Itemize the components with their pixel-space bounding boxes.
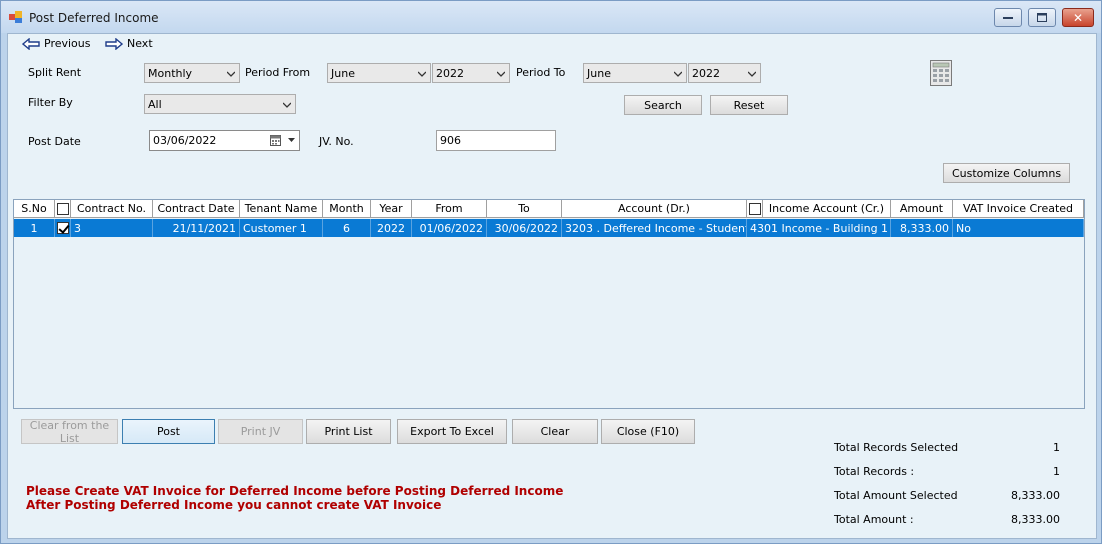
total-amount-selected-value: 8,333.00: [1011, 489, 1060, 502]
table-row-account-dr[interactable]: 3203 . Deffered Income - Student: [562, 219, 747, 237]
chevron-down-icon: [283, 102, 291, 108]
arrow-left-icon: [22, 37, 40, 50]
col-header-month[interactable]: Month: [323, 200, 371, 218]
col-header-tenant-name[interactable]: Tenant Name: [240, 200, 323, 218]
col-header-amount[interactable]: Amount: [891, 200, 953, 218]
col-header-account-dr[interactable]: Account (Dr.): [562, 200, 747, 218]
table-row-year[interactable]: 2022: [371, 219, 412, 237]
split-rent-select[interactable]: Monthly: [144, 63, 240, 83]
reset-button[interactable]: Reset: [710, 95, 788, 115]
table-row-contract-date[interactable]: 21/11/2021: [153, 219, 240, 237]
search-button[interactable]: Search: [624, 95, 702, 115]
next-label: Next: [127, 37, 153, 50]
client-area: Previous Next Split Rent Monthly Period …: [7, 33, 1097, 539]
app-icon: [9, 11, 22, 23]
total-records-label: Total Records :: [834, 465, 915, 478]
vat-warning-message-1: Please Create VAT Invoice for Deferred I…: [26, 484, 564, 498]
col-header-to[interactable]: To: [487, 200, 562, 218]
filter-by-label: Filter By: [28, 96, 73, 109]
post-deferred-income-window: Post Deferred Income ✕ Previous Next Spl…: [0, 0, 1102, 544]
total-amount-value: 8,333.00: [1011, 513, 1060, 526]
table-row-month[interactable]: 6: [323, 219, 371, 237]
period-to-month-select[interactable]: June: [583, 63, 687, 83]
calculator-icon[interactable]: [930, 60, 952, 86]
period-from-label: Period From: [245, 66, 311, 79]
post-date-label: Post Date: [28, 135, 81, 148]
total-records-selected-label: Total Records Selected: [834, 441, 959, 454]
maximize-icon: [1037, 13, 1047, 22]
previous-label: Previous: [44, 37, 91, 50]
table-row-amount[interactable]: 8,333.00: [891, 219, 953, 237]
close-window-button[interactable]: ✕: [1062, 8, 1094, 27]
arrow-right-icon: [105, 37, 123, 50]
post-date-picker[interactable]: 03/06/2022: [149, 130, 300, 151]
col-header-contract-no[interactable]: Contract No.: [71, 200, 153, 218]
clear-button[interactable]: Clear: [512, 419, 598, 444]
chevron-down-icon: [748, 71, 756, 77]
income-select-checkbox[interactable]: [748, 202, 761, 215]
col-header-vat-invoice-created[interactable]: VAT Invoice Created: [953, 200, 1084, 218]
table-row-from[interactable]: 01/06/2022: [412, 219, 487, 237]
minimize-button[interactable]: [994, 8, 1022, 27]
window-title: Post Deferred Income: [29, 11, 159, 25]
chevron-down-icon: [497, 71, 505, 77]
calendar-icon[interactable]: [270, 135, 281, 146]
total-records-value: 1: [1053, 465, 1060, 478]
export-to-excel-button[interactable]: Export To Excel: [397, 419, 507, 444]
filter-by-select[interactable]: All: [144, 94, 296, 114]
print-jv-button[interactable]: Print JV: [218, 419, 303, 444]
close-icon: ✕: [1072, 10, 1084, 25]
period-from-year-select[interactable]: 2022: [432, 63, 510, 83]
post-button[interactable]: Post: [122, 419, 215, 444]
clear-from-list-button[interactable]: Clear from the List: [21, 419, 118, 445]
jv-no-input[interactable]: [436, 130, 556, 151]
col-header-income-account-cr[interactable]: Income Account (Cr.): [763, 200, 891, 218]
col-header-sno[interactable]: S.No: [14, 200, 55, 218]
title-bar: Post Deferred Income ✕: [1, 1, 1101, 33]
col-header-year[interactable]: Year: [371, 200, 412, 218]
table-row-income-cr[interactable]: 4301 Income - Building 1: [747, 219, 891, 237]
chevron-down-icon: [418, 71, 426, 77]
chevron-down-icon: [674, 71, 682, 77]
vat-warning-message-2: After Posting Deferred Income you cannot…: [26, 498, 442, 512]
total-amount-selected-label: Total Amount Selected: [834, 489, 958, 502]
total-amount-label: Total Amount :: [834, 513, 914, 526]
customize-columns-button[interactable]: Customize Columns: [943, 163, 1070, 183]
dropdown-arrow-icon: [288, 138, 295, 142]
jv-no-label: JV. No.: [319, 135, 354, 148]
col-header-contract-date[interactable]: Contract Date: [153, 200, 240, 218]
table-row-to[interactable]: 30/06/2022: [487, 219, 562, 237]
split-rent-label: Split Rent: [28, 66, 82, 79]
print-list-button[interactable]: Print List: [306, 419, 391, 444]
maximize-button[interactable]: [1028, 8, 1056, 27]
deferred-income-grid: S.No Contract No. Contract Date Tenant N…: [13, 199, 1085, 409]
table-row-contract-no[interactable]: 3: [71, 219, 153, 237]
col-header-from[interactable]: From: [412, 200, 487, 218]
minimize-icon: [1003, 16, 1013, 19]
table-row-checkbox-cell[interactable]: [55, 219, 71, 237]
total-records-selected-value: 1: [1053, 441, 1060, 454]
row-checkbox[interactable]: [56, 222, 69, 234]
close-f10-button[interactable]: Close (F10): [601, 419, 695, 444]
table-row-vat[interactable]: No: [953, 219, 1084, 237]
col-header-select-all[interactable]: [55, 200, 71, 218]
select-all-checkbox[interactable]: [56, 202, 69, 215]
next-link[interactable]: Next: [105, 37, 153, 50]
period-to-label: Period To: [516, 66, 566, 79]
previous-link[interactable]: Previous: [22, 37, 91, 50]
period-to-year-select[interactable]: 2022: [688, 63, 761, 83]
period-from-month-select[interactable]: June: [327, 63, 431, 83]
table-row-sno[interactable]: 1: [14, 219, 55, 237]
col-header-income-select[interactable]: [747, 200, 763, 218]
table-row-tenant[interactable]: Customer 1: [240, 219, 323, 237]
chevron-down-icon: [227, 71, 235, 77]
